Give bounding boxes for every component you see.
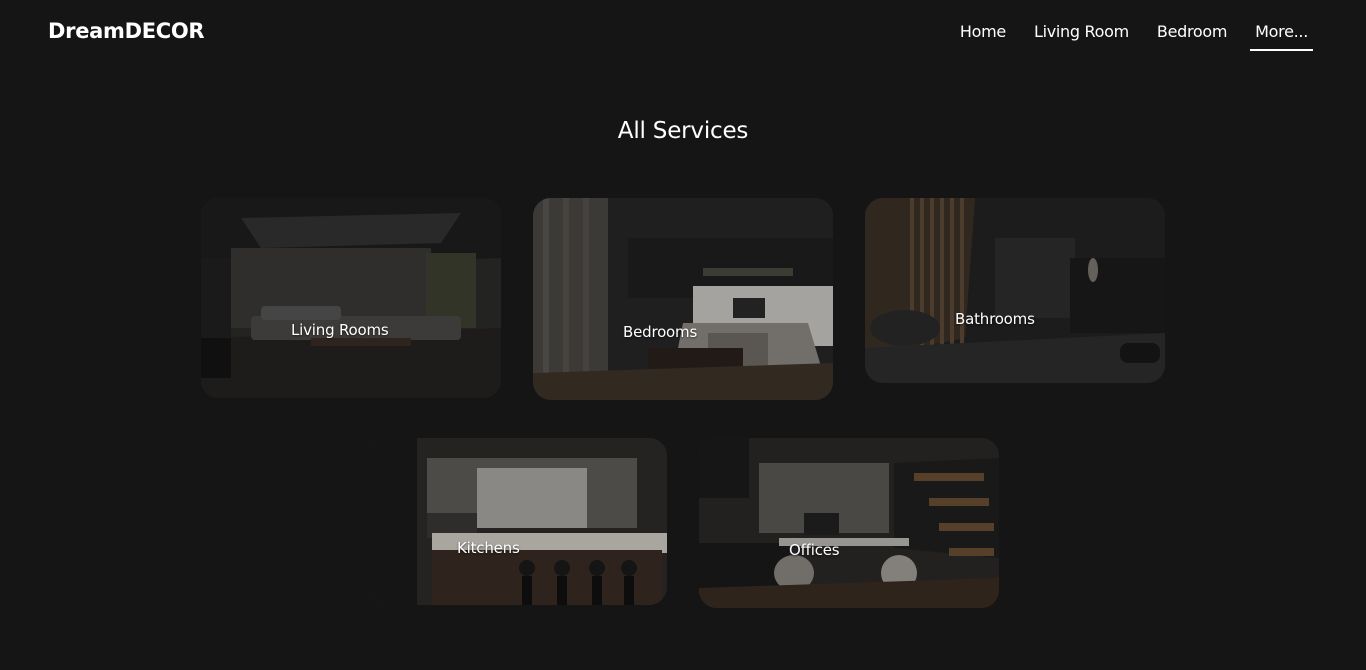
service-card-bedrooms[interactable]: Bedrooms bbox=[533, 198, 833, 400]
living-room-image bbox=[201, 198, 501, 398]
office-image bbox=[699, 438, 999, 608]
card-label: Kitchens bbox=[457, 539, 520, 557]
service-card-kitchens[interactable]: Kitchens bbox=[367, 438, 667, 605]
nav-more-link[interactable]: More... bbox=[1250, 20, 1313, 51]
top-navbar: DreamDECOR Home Living Room Bedroom More… bbox=[0, 0, 1366, 66]
bathroom-image bbox=[865, 198, 1165, 383]
bedroom-image bbox=[533, 198, 833, 400]
card-label: Living Rooms bbox=[291, 321, 389, 339]
card-label: Bathrooms bbox=[955, 310, 1035, 328]
nav-home-link[interactable]: Home bbox=[960, 20, 1006, 51]
main-nav: Home Living Room Bedroom More... bbox=[960, 20, 1313, 51]
service-card-offices[interactable]: Offices bbox=[699, 438, 999, 608]
service-card-bathrooms[interactable]: Bathrooms bbox=[865, 198, 1165, 383]
nav-living-room-link[interactable]: Living Room bbox=[1034, 20, 1129, 51]
nav-bedroom-link[interactable]: Bedroom bbox=[1157, 20, 1228, 51]
card-label: Offices bbox=[789, 541, 840, 559]
page-title: All Services bbox=[617, 118, 749, 144]
kitchen-image bbox=[367, 438, 667, 605]
site-logo[interactable]: DreamDECOR bbox=[48, 19, 205, 43]
card-label: Bedrooms bbox=[623, 323, 698, 341]
service-card-living-rooms[interactable]: Living Rooms bbox=[201, 198, 501, 398]
